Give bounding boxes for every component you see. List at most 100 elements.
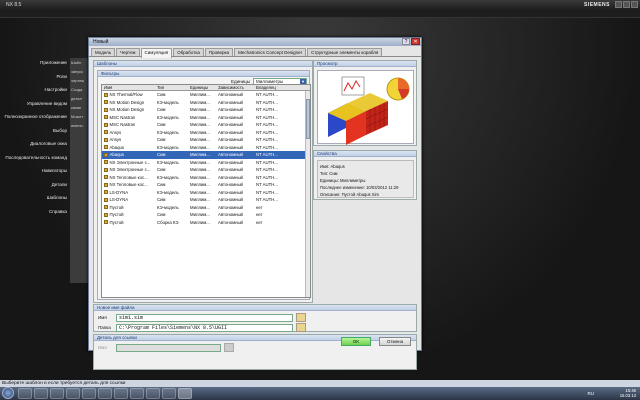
column-header[interactable]: Единицы xyxy=(188,85,216,90)
property-line: Имя: Abaqus xyxy=(320,164,345,169)
taskbar-app-icon[interactable] xyxy=(66,388,80,399)
folder-input[interactable]: C:\Program Files\Siemens\NX 8.5\UGII xyxy=(116,324,293,332)
table-row[interactable]: Abaqus Сим Миллим... Автономный NT AUTH... xyxy=(102,151,310,159)
table-cell: Пустой xyxy=(102,204,155,212)
nav-item[interactable]: Навигаторы xyxy=(0,168,70,182)
table-cell: КЭ-модель xyxy=(157,204,179,210)
table-row[interactable]: LS-DYNA КЭ-модель Миллим... Автономный NT AU… xyxy=(102,189,310,197)
taskbar-explorer-icon[interactable] xyxy=(34,388,48,399)
new-filename-header[interactable]: Новое имя файла xyxy=(94,305,416,311)
taskbar-calc-icon[interactable] xyxy=(98,388,112,399)
table-cell: Сим xyxy=(157,197,166,202)
open-folder-icon[interactable] xyxy=(296,313,306,322)
browse-folder-icon[interactable] xyxy=(296,323,306,332)
stripe-text: чертеж xyxy=(71,78,85,83)
table-cell: Миллим... xyxy=(190,114,210,120)
templates-header[interactable]: Шаблоны xyxy=(94,61,312,67)
taskbar-media-icon[interactable] xyxy=(50,388,64,399)
taskbar-opera-icon[interactable] xyxy=(146,388,160,399)
app-title-bar: NX 8.5 SIEMENS xyxy=(0,0,640,10)
preview-header[interactable]: Просмотр xyxy=(314,61,416,67)
table-cell: Сим xyxy=(157,92,166,97)
table-cell: Сим xyxy=(157,182,166,187)
table-cell: NX Электронные с... xyxy=(102,166,155,174)
stripe-text: детал xyxy=(71,96,82,101)
nav-item[interactable]: Роли xyxy=(0,74,70,88)
tab[interactable]: Mechatronics Concept Designer xyxy=(234,48,307,56)
tab[interactable]: Проверка xyxy=(204,48,234,56)
table-cell: Миллим... xyxy=(190,204,210,210)
simulation-preview-icon xyxy=(328,76,410,145)
table-row[interactable]: NX Тепловые кос... КЭ-модель Миллим... Авто… xyxy=(102,174,310,182)
taskbar-nx-icon[interactable] xyxy=(178,388,192,399)
nav-item[interactable]: Полноэкранное отображение xyxy=(0,114,70,128)
taskbar-pdf-icon[interactable] xyxy=(114,388,128,399)
table-row[interactable]: Abaqus КЭ-модель Миллим... Автономный NT AUT… xyxy=(102,144,310,152)
table-cell: Автономный xyxy=(218,212,243,217)
dialog-title: Новый xyxy=(93,39,109,45)
cancel-button[interactable]: Отмена xyxy=(379,337,411,346)
help-icon[interactable]: ? xyxy=(402,38,410,45)
ok-button[interactable]: OK xyxy=(341,337,371,346)
column-header[interactable]: Имя xyxy=(102,85,155,90)
table-cell: Миллим... xyxy=(190,99,210,105)
nav-item[interactable]: Шаблоны xyxy=(0,195,70,209)
nav-item[interactable]: Выбор xyxy=(0,128,70,142)
name-input[interactable]: sim1.sim xyxy=(116,314,293,322)
table-cell: NX Электронные с... xyxy=(102,159,155,167)
nav-item[interactable]: Диалоговые окна xyxy=(0,141,70,155)
table-row[interactable]: NX Электронные с... КЭ-модель Миллим... Авт… xyxy=(102,159,310,167)
table-row[interactable]: Пустой КЭ-модель Миллим... Автономный нет xyxy=(102,204,310,212)
scrollbar-thumb[interactable] xyxy=(306,99,310,139)
clock-date: 15.03.13 xyxy=(619,393,636,398)
table-row[interactable]: NX Электронные с... Сим Миллим... Автономны… xyxy=(102,166,310,174)
maximize-icon[interactable] xyxy=(623,1,630,8)
window-controls xyxy=(615,1,638,8)
minimize-icon[interactable] xyxy=(615,1,622,8)
table-cell: Автономный xyxy=(218,182,243,187)
nav-item[interactable]: Приложение xyxy=(0,60,70,74)
table-cell: Автономный xyxy=(218,167,243,172)
language-indicator[interactable]: RU xyxy=(588,391,595,396)
table-row[interactable]: MSC Nastran КЭ-модель Миллим... Автономный N… xyxy=(102,114,310,122)
nav-item[interactable]: Настройки xyxy=(0,87,70,101)
tab[interactable]: Чертеж xyxy=(116,48,140,56)
column-header[interactable]: Зависимость xyxy=(216,85,254,90)
table-row[interactable]: NX Motion Design КЭ-модель Миллим... Автоно… xyxy=(102,99,310,107)
clock[interactable]: 15:46 15.03.13 xyxy=(620,388,636,398)
taskbar-tool-icon[interactable] xyxy=(130,388,144,399)
template-icon xyxy=(104,152,108,157)
table-scrollbar[interactable] xyxy=(305,91,310,297)
table-row[interactable]: NX Тепловые кос... Сим Миллим... Автономный… xyxy=(102,181,310,189)
table-row[interactable]: Пустой Сим Миллим... Автономный нет xyxy=(102,211,310,219)
table-cell: Автономный xyxy=(218,219,243,225)
tab[interactable]: Симуляция xyxy=(140,48,173,58)
table-row[interactable]: NX Motion Design Сим Миллим... Автономный NT… xyxy=(102,106,310,114)
nav-item[interactable]: Детали xyxy=(0,182,70,196)
table-row[interactable]: LS-DYNA Сим Миллим... Автономный NT AUTH... xyxy=(102,196,310,204)
nav-item[interactable]: Управление видом xyxy=(0,101,70,115)
tab[interactable]: Обработка xyxy=(173,48,204,56)
close-icon[interactable] xyxy=(631,1,638,8)
dialog-close-icon[interactable]: ✕ xyxy=(411,38,420,45)
column-header[interactable]: Тип xyxy=(155,85,188,90)
new-filename-section: Новое имя файла Имя sim1.sim Папка C:\Pr… xyxy=(93,304,417,332)
taskbar-shield-icon[interactable] xyxy=(162,388,176,399)
nav-item[interactable]: Последовательность команд xyxy=(0,155,70,169)
app-title: NX 8.5 xyxy=(6,2,22,8)
nav-item[interactable]: Справка xyxy=(0,209,70,223)
properties-header[interactable]: Свойства xyxy=(314,151,416,157)
tab[interactable]: Структурные элементы корабля xyxy=(307,48,383,56)
taskbar-ie-icon[interactable] xyxy=(18,388,32,399)
table-row[interactable]: Ansys Сим Миллим... Автономный NT AUTH... xyxy=(102,136,310,144)
table-row[interactable]: NX Thermal/Flow Сим Миллим... Автономный NT … xyxy=(102,91,310,99)
table-cell: Abaqus xyxy=(102,151,155,159)
start-button[interactable] xyxy=(2,387,14,399)
name-row: Имя sim1.sim xyxy=(98,313,410,322)
table-row[interactable]: Пустой Сборка КЭ Миллим... Автономный нет xyxy=(102,219,310,227)
table-row[interactable]: MSC Nastran Сим Миллим... Автономный NT AUTH… xyxy=(102,121,310,129)
column-header[interactable]: Владелец xyxy=(254,85,302,90)
table-row[interactable]: Ansys КЭ-модель Миллим... Автономный NT AUTH… xyxy=(102,129,310,137)
taskbar-word-icon[interactable] xyxy=(82,388,96,399)
tab[interactable]: Модель xyxy=(91,48,116,56)
